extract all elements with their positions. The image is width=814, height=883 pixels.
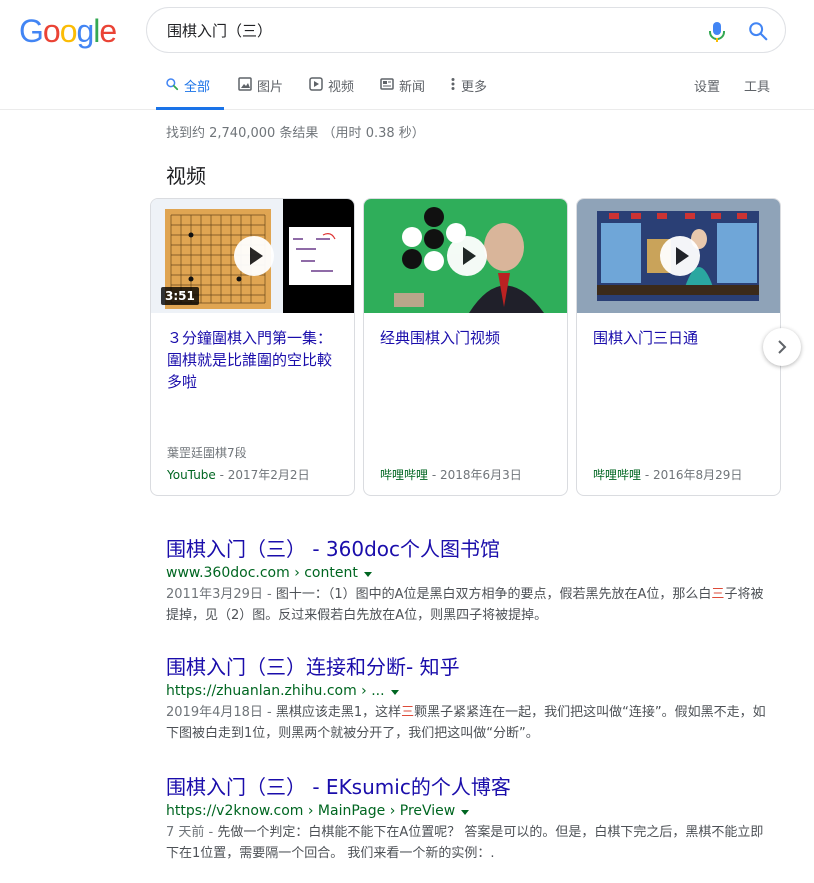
result-date: 2019年4月18日 - (166, 705, 276, 720)
search-result: 围棋入门（三）连接和分断- 知乎 https://zhuanlan.zhihu.… (166, 654, 766, 744)
search-tabs: 全部 图片 视频 新闻 更多 设置 工具 (0, 60, 814, 110)
tab-all[interactable]: 全部 (156, 76, 224, 110)
tab-label: 更多 (461, 80, 488, 95)
microphone-icon[interactable] (708, 21, 726, 43)
search-input[interactable] (167, 19, 687, 41)
video-thumbnail[interactable] (364, 199, 567, 313)
result-title-link[interactable]: 围棋入门（三） - EKsumic的个人博客 (166, 774, 766, 800)
tab-label: 新闻 (399, 80, 426, 95)
video-icon (309, 77, 323, 91)
result-snippet: 7 天前 - 先做一个判定：白棋能不能下在A位置呢？ 答案是可以的。但是，白棋下… (166, 822, 766, 864)
tab-label: 全部 (184, 80, 211, 95)
snippet-text: 先做一个判定：白棋能不能下在A位置呢？ 答案是可以的。但是，白棋下完之后，黑棋不… (166, 825, 764, 861)
news-icon (380, 78, 394, 90)
videos-heading: 视频 (166, 164, 206, 188)
play-button[interactable] (234, 236, 274, 276)
result-stats: 找到约 2,740,000 条结果 （用时 0.38 秒） (166, 126, 425, 141)
tab-label: 图片 (257, 80, 284, 95)
video-source: YouTube (167, 468, 216, 482)
video-source: 哔哩哔哩 (380, 468, 429, 482)
carousel-next-button[interactable] (763, 328, 801, 366)
image-icon (238, 77, 252, 91)
video-meta: 哔哩哔哩 - 2018年6月3日 (380, 466, 522, 483)
tab-videos[interactable]: 视频 (309, 76, 354, 110)
video-date: - 2018年6月3日 (428, 468, 522, 482)
video-title[interactable]: 围棋入门三日通 (593, 327, 769, 349)
tab-label: 视频 (328, 80, 355, 95)
result-date: 2011年3月29日 - (166, 587, 276, 602)
search-icon (166, 78, 179, 91)
google-logo[interactable]: Google (19, 13, 117, 50)
result-snippet: 2019年4月18日 - 黑棋应该走黑1，这样三颗黑子紧紧连在一起，我们把这叫做… (166, 702, 766, 744)
video-title[interactable]: ３分鐘圍棋入門第一集：圍棋就是比誰圍的空比較多啦 (167, 327, 343, 393)
result-url-text: www.360doc.com › content (166, 565, 358, 581)
snippet-highlight: 三 (401, 705, 415, 720)
settings-link[interactable]: 设置 (694, 76, 720, 110)
search-icon[interactable] (747, 20, 769, 42)
dropdown-caret-icon[interactable] (363, 571, 372, 577)
dropdown-caret-icon[interactable] (461, 809, 470, 815)
video-date: - 2017年2月2日 (215, 468, 310, 482)
result-title-link[interactable]: 围棋入门（三） - 360doc个人图书馆 (166, 536, 766, 562)
tools-link[interactable]: 工具 (744, 76, 770, 110)
result-url-text: https://zhuanlan.zhihu.com › ... (166, 683, 385, 699)
video-channel: 葉罡廷圍棋7段 (167, 446, 247, 460)
video-card[interactable]: 经典围棋入门视频 哔哩哔哩 - 2018年6月3日 (363, 198, 568, 496)
logo-letter: o (42, 13, 61, 49)
tab-images[interactable]: 图片 (238, 76, 283, 110)
logo-letter: e (99, 13, 117, 49)
result-date: 7 天前 - (166, 825, 218, 840)
chevron-right-icon (778, 340, 787, 354)
snippet-text: 图十一：（1）图中的A位是黑白双方相争的要点，假若黑先放在A位，那么白 (275, 587, 712, 602)
result-url[interactable]: https://v2know.com › MainPage › PreView (166, 803, 766, 819)
video-thumbnail[interactable]: 3:51 (151, 199, 354, 313)
video-thumbnail[interactable] (577, 199, 780, 313)
search-result: 围棋入门（三） - 360doc个人图书馆 www.360doc.com › c… (166, 536, 766, 626)
result-title-link[interactable]: 围棋入门（三）连接和分断- 知乎 (166, 654, 766, 680)
tab-more[interactable]: 更多 (450, 76, 487, 110)
video-duration: 3:51 (161, 287, 199, 305)
video-meta: YouTube - 2017年2月2日 (167, 466, 310, 483)
play-button[interactable] (447, 236, 487, 276)
result-url[interactable]: https://zhuanlan.zhihu.com › ... (166, 683, 766, 699)
logo-letter: o (59, 13, 78, 49)
search-box (146, 7, 786, 53)
search-result: 围棋入门（三） - EKsumic的个人博客 https://v2know.co… (166, 774, 766, 864)
result-url-text: https://v2know.com › MainPage › PreView (166, 803, 456, 819)
result-snippet: 2011年3月29日 - 图十一：（1）图中的A位是黑白双方相争的要点，假若黑先… (166, 584, 766, 626)
snippet-highlight: 三 (711, 587, 725, 602)
tab-news[interactable]: 新闻 (380, 76, 425, 110)
video-meta: 哔哩哔哩 - 2016年8月29日 (593, 466, 742, 483)
more-dots-icon (451, 78, 455, 90)
play-button[interactable] (660, 236, 700, 276)
logo-letter: g (76, 13, 94, 49)
dropdown-caret-icon[interactable] (390, 689, 399, 695)
result-url[interactable]: www.360doc.com › content (166, 565, 766, 581)
logo-letter: G (19, 13, 44, 49)
snippet-text: 黑棋应该走黑1，这样 (275, 705, 402, 720)
video-source: 哔哩哔哩 (593, 468, 642, 482)
video-title[interactable]: 经典围棋入门视频 (380, 327, 556, 349)
video-card[interactable]: 围棋入门三日通 哔哩哔哩 - 2016年8月29日 (576, 198, 781, 496)
video-date: - 2016年8月29日 (641, 468, 743, 482)
video-card[interactable]: 3:51 ３分鐘圍棋入門第一集：圍棋就是比誰圍的空比較多啦 葉罡廷圍棋7段 Yo… (150, 198, 355, 496)
